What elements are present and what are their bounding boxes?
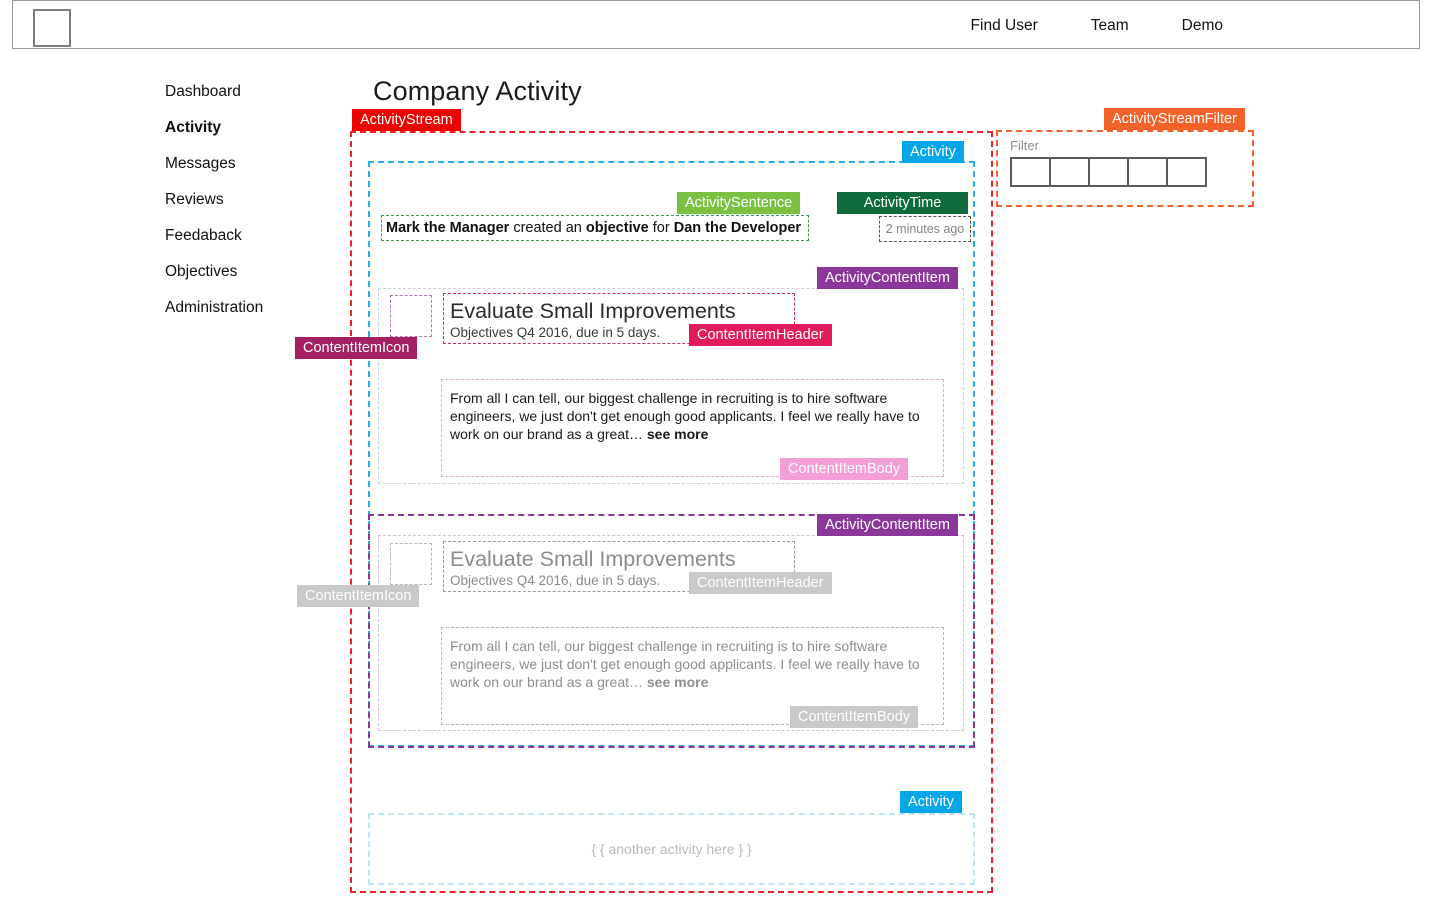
annotation-activity-2: Activity	[900, 791, 962, 813]
annotation-content-item-body-1: ContentItemBody	[780, 458, 909, 480]
annotation-activity-stream-filter: ActivityStreamFilter	[1104, 108, 1245, 130]
filter-box-1[interactable]	[1010, 157, 1051, 187]
see-more-link-1[interactable]: see more	[647, 426, 708, 442]
filter-label: Filter	[1010, 138, 1039, 153]
activity-sentence-1: Mark the Manager created an objective fo…	[381, 215, 809, 241]
annotation-activity-time: ActivityTime	[837, 192, 968, 214]
sidebar-item-dashboard[interactable]: Dashboard	[165, 74, 340, 110]
sidebar-item-reviews[interactable]: Reviews	[165, 182, 340, 218]
top-bar: Find User Team Demo	[12, 0, 1420, 49]
annotation-content-item-icon-2: ContentItemIcon	[297, 585, 420, 607]
activity-region-2: { { another activity here } }	[368, 813, 975, 885]
app-root: Find User Team Demo Dashboard Activity M…	[0, 0, 1440, 922]
top-navigation: Find User Team Demo	[971, 1, 1223, 50]
nav-item-find-user[interactable]: Find User	[971, 17, 1038, 35]
sentence-target[interactable]: Dan the Developer	[674, 220, 801, 236]
filter-input-group	[1010, 157, 1207, 187]
annotation-content-item-body-2: ContentItemBody	[790, 706, 919, 728]
nav-item-demo[interactable]: Demo	[1182, 17, 1223, 35]
annotation-activity-content-item-1: ActivityContentItem	[817, 267, 958, 289]
content-item-title-1[interactable]: Evaluate Small Improvements	[450, 298, 788, 324]
content-item-icon-1	[390, 295, 432, 337]
activity-time-text: 2 minutes ago	[885, 222, 965, 236]
content-item-body-text-1: From all I can tell, our biggest challen…	[450, 389, 935, 443]
sentence-connector: for	[648, 220, 674, 236]
filter-box-2[interactable]	[1049, 157, 1090, 187]
annotation-content-item-icon-1: ContentItemIcon	[295, 337, 418, 359]
sentence-actor[interactable]: Mark the Manager	[386, 220, 509, 236]
content-item-title-2[interactable]: Evaluate Small Improvements	[450, 546, 788, 572]
sidebar: Dashboard Activity Messages Reviews Feed…	[165, 74, 340, 326]
sentence-object[interactable]: objective	[586, 220, 649, 236]
annotation-activity-sentence: ActivitySentence	[677, 192, 801, 214]
filter-box-5[interactable]	[1166, 157, 1207, 187]
sidebar-item-activity[interactable]: Activity	[165, 110, 340, 146]
sidebar-item-objectives[interactable]: Objectives	[165, 254, 340, 290]
annotation-activity-1: Activity	[902, 141, 964, 163]
page-title: Company Activity	[373, 76, 582, 106]
content-item-body-text-2: From all I can tell, our biggest challen…	[450, 637, 935, 691]
sidebar-item-feedaback[interactable]: Feedaback	[165, 218, 340, 254]
logo-placeholder-icon[interactable]	[33, 9, 71, 47]
sentence-verb: created an	[509, 220, 586, 236]
activity-placeholder-text: { { another activity here } }	[591, 841, 752, 857]
annotation-content-item-header-2: ContentItemHeader	[689, 572, 832, 594]
annotation-content-item-header-1: ContentItemHeader	[689, 324, 832, 346]
content-item-icon-2	[390, 543, 432, 585]
annotation-activity-stream: ActivityStream	[352, 109, 461, 131]
filter-box-3[interactable]	[1088, 157, 1129, 187]
filter-box-4[interactable]	[1127, 157, 1168, 187]
activity-time-1: 2 minutes ago	[879, 216, 971, 242]
sidebar-item-administration[interactable]: Administration	[165, 290, 340, 326]
activity-sentence-text: Mark the Manager created an objective fo…	[386, 220, 801, 236]
nav-item-team[interactable]: Team	[1091, 17, 1129, 35]
sidebar-item-messages[interactable]: Messages	[165, 146, 340, 182]
see-more-link-2[interactable]: see more	[647, 674, 708, 690]
annotation-activity-content-item-2: ActivityContentItem	[817, 514, 958, 536]
